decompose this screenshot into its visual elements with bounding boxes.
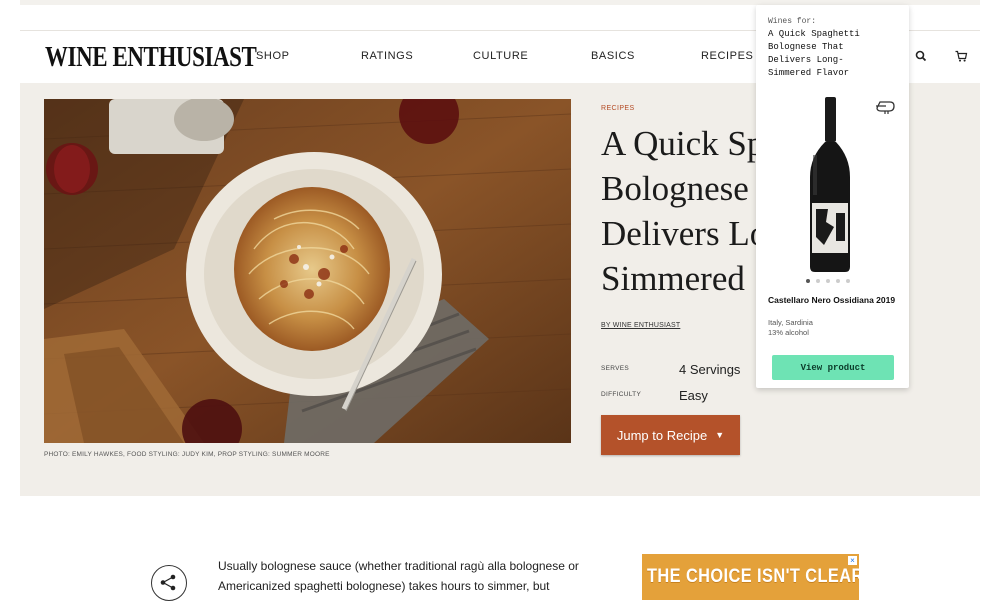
carousel-dot[interactable] bbox=[836, 279, 840, 283]
product-name: Castellaro Nero Ossidiana 2019 bbox=[768, 295, 896, 305]
article-body-text: Usually bolognese sauce (whether traditi… bbox=[218, 559, 579, 593]
hand-pointer-icon bbox=[876, 101, 895, 114]
difficulty-label: DIFFICULTY bbox=[601, 391, 642, 398]
jump-to-recipe-label: Jump to Recipe bbox=[616, 427, 708, 443]
carousel-dots bbox=[806, 279, 866, 285]
jump-to-recipe-button[interactable]: Jump to Recipe ▼ bbox=[601, 415, 740, 455]
byline-link[interactable]: BY WINE ENTHUSIAST bbox=[601, 322, 680, 329]
difficulty-value: Easy bbox=[679, 388, 708, 403]
wines-for-label: Wines for: bbox=[768, 17, 817, 26]
share-button[interactable] bbox=[151, 565, 187, 601]
hero-photo bbox=[44, 99, 571, 443]
serves-value: 4 Servings bbox=[679, 362, 741, 377]
popup-article-title: A Quick Spaghetti Bolognese That Deliver… bbox=[768, 29, 860, 78]
site-logo[interactable]: WINE ENTHUSIAST bbox=[45, 42, 257, 74]
search-icon[interactable] bbox=[914, 49, 928, 63]
serves-label: SERVES bbox=[601, 365, 630, 372]
product-region: Italy, Sardinia bbox=[768, 318, 813, 327]
wine-pairing-popup: Wines for: A Quick Spaghetti Bolognese T… bbox=[756, 5, 909, 388]
share-icon bbox=[160, 574, 176, 591]
ad-text: THE CHOICE ISN'T CLEAR. bbox=[647, 566, 859, 587]
view-product-button[interactable]: View product bbox=[772, 355, 894, 380]
carousel-dot[interactable] bbox=[806, 279, 810, 283]
caret-down-icon: ▼ bbox=[715, 430, 725, 440]
carousel-dot[interactable] bbox=[826, 279, 830, 283]
cart-icon[interactable] bbox=[954, 49, 968, 63]
category-link[interactable]: RECIPES bbox=[601, 105, 635, 112]
ad-close-icon[interactable]: × bbox=[848, 556, 857, 565]
nav-basics[interactable]: BASICS bbox=[591, 50, 635, 62]
photo-credit: PHOTO: EMILY HAWKES, FOOD STYLING: JUDY … bbox=[44, 451, 330, 458]
product-alcohol: 13% alcohol bbox=[768, 328, 809, 337]
nav-ratings[interactable]: RATINGS bbox=[361, 50, 413, 62]
nav-shop[interactable]: SHOP bbox=[256, 50, 290, 62]
wine-bottle-image[interactable] bbox=[800, 97, 860, 272]
carousel-dot[interactable] bbox=[846, 279, 850, 283]
nav-recipes[interactable]: RECIPES bbox=[701, 50, 754, 62]
carousel-dot[interactable] bbox=[816, 279, 820, 283]
nav-culture[interactable]: CULTURE bbox=[473, 50, 528, 62]
advertisement-banner[interactable]: THE CHOICE ISN'T CLEAR. × bbox=[642, 554, 859, 600]
